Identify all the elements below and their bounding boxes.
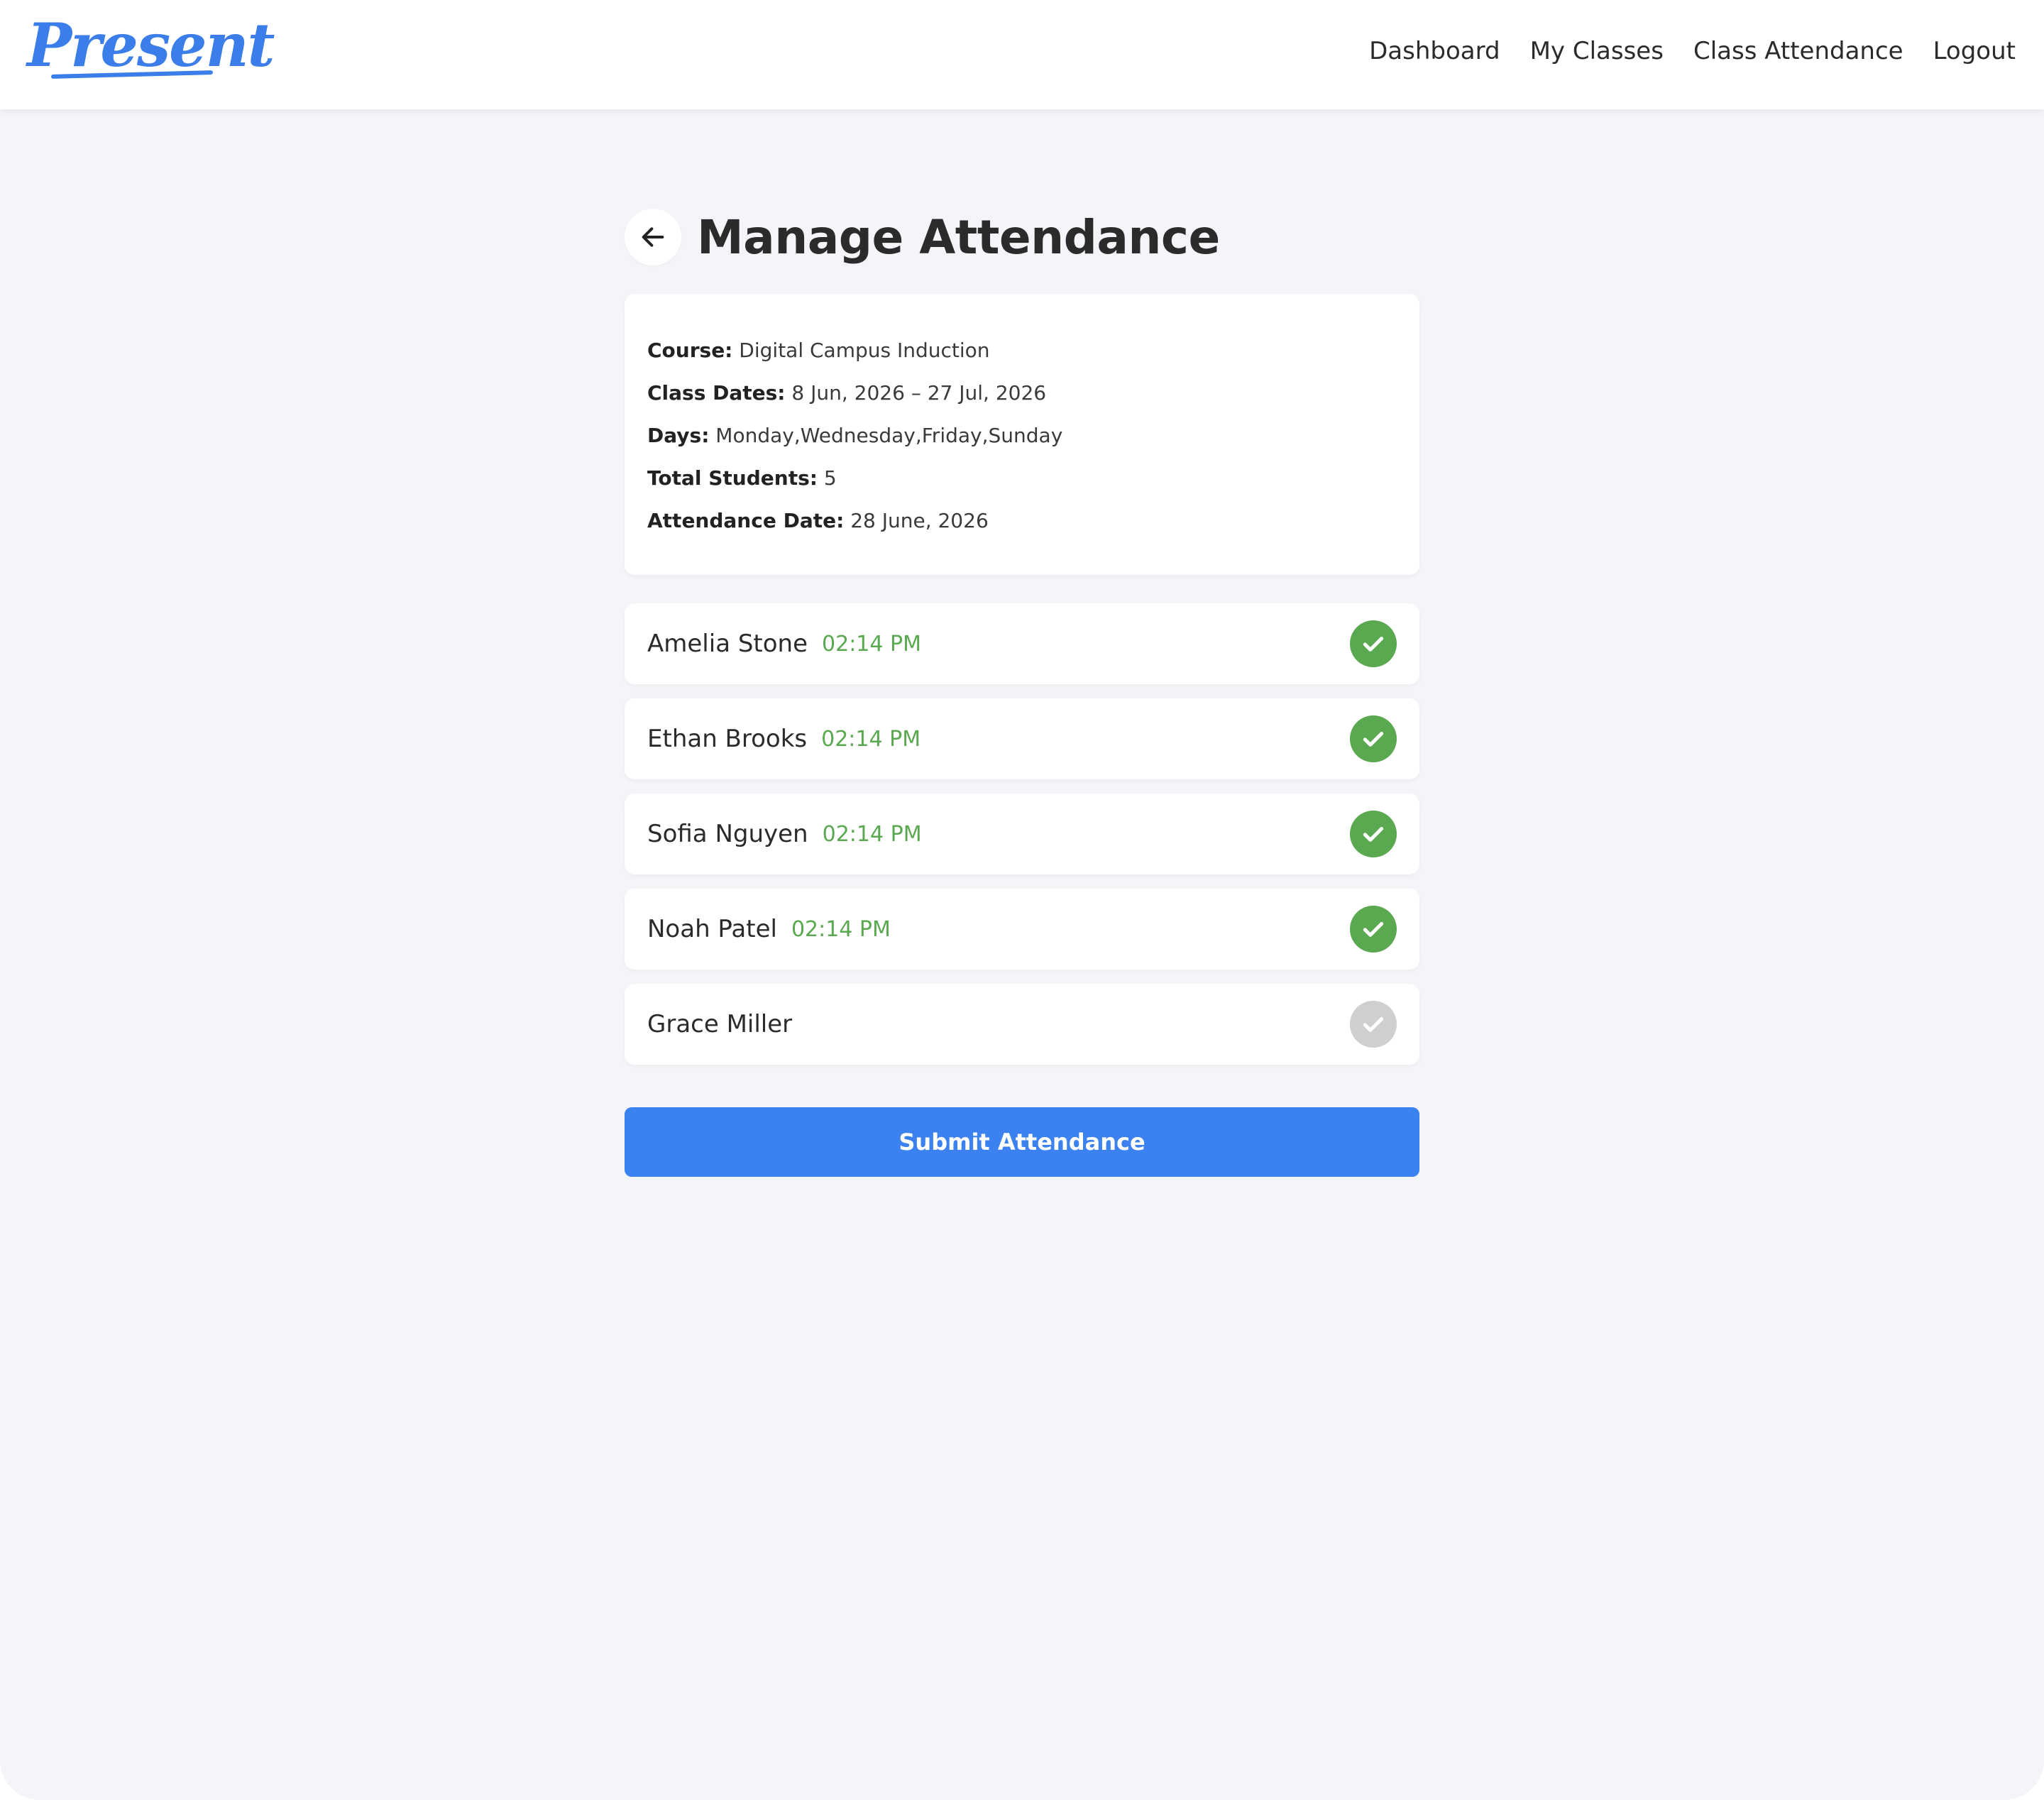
check-in-time: 02:14 PM xyxy=(791,916,891,942)
class-dates-label: Class Dates: xyxy=(647,381,786,405)
attendance-toggle[interactable] xyxy=(1350,620,1397,667)
student-row: Amelia Stone 02:14 PM xyxy=(625,603,1419,684)
nav-logout-link[interactable]: Logout xyxy=(1933,37,2016,65)
app: Present Dashboard My Classes Class Atten… xyxy=(0,0,2044,1800)
nav-dashboard-link[interactable]: Dashboard xyxy=(1369,37,1500,65)
nav-my-classes-link[interactable]: My Classes xyxy=(1530,37,1664,65)
check-circle-icon xyxy=(1363,827,1384,842)
class-dates-info: Class Dates: 8 Jun, 2026 – 27 Jul, 2026 xyxy=(647,372,1397,415)
days-label: Days: xyxy=(647,424,710,447)
student-list: Amelia Stone 02:14 PM Ethan Brooks 02:14… xyxy=(625,603,1419,1065)
student-row: Sofia Nguyen 02:14 PM xyxy=(625,794,1419,874)
student-name: Noah Patel xyxy=(647,915,777,943)
back-button[interactable] xyxy=(625,209,681,265)
days-value: Monday,Wednesday,Friday,Sunday xyxy=(715,424,1063,447)
check-in-time: 02:14 PM xyxy=(822,631,921,657)
course-value: Digital Campus Induction xyxy=(739,339,990,362)
student-name: Ethan Brooks xyxy=(647,725,808,753)
logo[interactable]: Present xyxy=(27,10,275,80)
arrow-left-icon xyxy=(642,227,664,247)
nav-class-attendance-link[interactable]: Class Attendance xyxy=(1693,37,1903,65)
check-circle-icon xyxy=(1363,1017,1384,1032)
attendance-date-info: Attendance Date: 28 June, 2026 xyxy=(647,500,1397,542)
check-circle-icon xyxy=(1363,732,1384,747)
student-row: Noah Patel 02:14 PM xyxy=(625,889,1419,970)
student-name: Grace Miller xyxy=(647,1010,793,1038)
attendance-toggle[interactable] xyxy=(1350,906,1397,953)
attendance-toggle[interactable] xyxy=(1350,715,1397,762)
class-info-card: Course: Digital Campus Induction Class D… xyxy=(625,294,1419,575)
student-name: Amelia Stone xyxy=(647,630,808,658)
attendance-toggle[interactable] xyxy=(1350,811,1397,857)
main-content: Manage Attendance Course: Digital Campus… xyxy=(625,209,1419,1177)
attendance-toggle[interactable] xyxy=(1350,1001,1397,1048)
submit-attendance-button[interactable]: Submit Attendance xyxy=(625,1107,1419,1177)
attendance-date-label: Attendance Date: xyxy=(647,509,845,532)
title-row: Manage Attendance xyxy=(625,209,1419,265)
course-label: Course: xyxy=(647,339,733,362)
student-row: Grace Miller xyxy=(625,984,1419,1065)
navbar: Present Dashboard My Classes Class Atten… xyxy=(0,0,2044,109)
check-circle-icon xyxy=(1363,637,1384,652)
student-name: Sofia Nguyen xyxy=(647,820,808,848)
total-students-value: 5 xyxy=(823,466,837,490)
nav-links: Dashboard My Classes Class Attendance Lo… xyxy=(1369,37,2016,65)
check-in-time: 02:14 PM xyxy=(822,821,922,847)
total-students-info: Total Students: 5 xyxy=(647,457,1397,500)
course-info: Course: Digital Campus Induction xyxy=(647,329,1397,372)
attendance-date-value: 28 June, 2026 xyxy=(850,509,989,532)
check-circle-icon xyxy=(1363,922,1384,937)
page-title: Manage Attendance xyxy=(697,209,1220,265)
student-row: Ethan Brooks 02:14 PM xyxy=(625,698,1419,779)
check-in-time: 02:14 PM xyxy=(821,726,921,752)
total-students-label: Total Students: xyxy=(647,466,818,490)
days-info: Days: Monday,Wednesday,Friday,Sunday xyxy=(647,415,1397,457)
class-dates-value: 8 Jun, 2026 – 27 Jul, 2026 xyxy=(791,381,1047,405)
